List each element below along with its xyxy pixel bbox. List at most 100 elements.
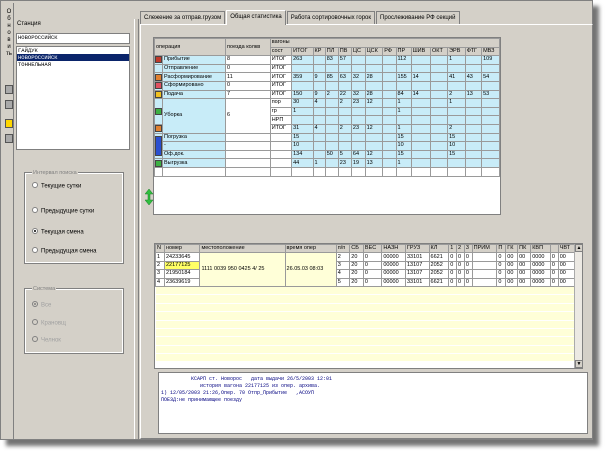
refresh-sidebar[interactable]: Обновить xyxy=(3,3,14,439)
col-header-wagon-type[interactable]: ЭРВ xyxy=(447,46,466,57)
row-operation[interactable]: Оф.док. xyxy=(161,149,227,160)
col-header[interactable]: НАЗН xyxy=(381,244,406,254)
col-header-wagon-type[interactable]: ПЛ xyxy=(324,46,339,57)
station-list[interactable]: ГАЙДУК НОВОРОССИЙСК ТОННЕЛЬНАЯ xyxy=(16,46,130,150)
col-header-wagon-type[interactable]: ИТОГ xyxy=(291,46,314,57)
row-operation[interactable]: Выгрузка xyxy=(161,158,227,168)
row-operation[interactable]: Сформировано xyxy=(161,80,227,91)
col-header-wagon-type[interactable]: ОКТ xyxy=(429,46,449,57)
statistics-table[interactable]: операция поезда колкв вагоны сост ИТОГ КР П… xyxy=(153,37,501,215)
cell-value xyxy=(464,80,483,91)
col-header-wagon-type[interactable]: ШИВ xyxy=(410,46,431,57)
col-header[interactable]: ГК xyxy=(505,244,519,254)
col-header[interactable]: N xyxy=(155,244,165,254)
station-list-item-selected[interactable]: НОВОРОССИЙСК xyxy=(17,54,129,61)
edit-icon[interactable] xyxy=(5,100,13,109)
cell-value: 5 xyxy=(337,149,352,160)
radio-previous-day[interactable]: Предыдущие сутки xyxy=(32,207,94,215)
table-row[interactable]: Уборка 6 пор 30 4 2 23 12 1 1 xyxy=(154,98,500,134)
table-row[interactable]: Выгрузка 44 1 23 19 13 1 xyxy=(154,158,500,168)
col-header-wagon-type[interactable]: ЦС xyxy=(350,46,366,57)
scroll-down-button[interactable]: ▼ xyxy=(575,360,582,368)
col-header[interactable]: ГРУЗ xyxy=(404,244,430,254)
tab-general-statistics[interactable]: Общая статистика xyxy=(226,10,286,25)
table-row[interactable]: Сформировано 0 ИТОГ xyxy=(154,80,500,91)
col-header[interactable]: П xyxy=(496,244,507,254)
table-row[interactable]: - 10 10 10 xyxy=(155,141,500,151)
row-operation[interactable]: - xyxy=(161,141,227,151)
tab-cargo-tracking[interactable]: Слежение за отправ.грузом xyxy=(140,11,226,24)
col-header[interactable] xyxy=(549,244,559,254)
pencil-icon[interactable] xyxy=(5,85,13,94)
row-operation[interactable]: Погрузка xyxy=(161,132,227,143)
col-header[interactable]: ВЕС xyxy=(362,244,383,254)
col-header[interactable]: номер xyxy=(163,244,201,254)
cell-value: 50 xyxy=(324,149,339,160)
refresh-vertical-label[interactable]: Обновить xyxy=(6,9,12,58)
row-operation[interactable]: Отправление xyxy=(161,63,227,74)
col-header[interactable]: ПК xyxy=(517,244,532,254)
table-row[interactable]: Погрузка 15 15 15 xyxy=(154,132,500,160)
wagon-number[interactable]: 21950184 xyxy=(163,269,201,279)
col-header[interactable]: местоположение xyxy=(199,244,286,254)
station-combo-value[interactable]: НОВОРОССИЙСК xyxy=(17,34,129,41)
row-operation[interactable]: Подача xyxy=(161,89,227,100)
row-operation[interactable]: Прибытие xyxy=(161,55,227,65)
wagon-number[interactable]: 22177125 xyxy=(163,260,201,271)
cell-value xyxy=(410,55,431,65)
station-list-item[interactable]: ТОННЕЛЬНАЯ xyxy=(17,61,129,68)
col-header-trains[interactable]: поезда колкв xyxy=(225,37,271,57)
table-row[interactable]: Подача 7 ИТОГ 150 9 2 22 32 28 84 14 2 13 53 xyxy=(154,89,500,100)
table-row[interactable] xyxy=(154,166,500,177)
scroll-up-button[interactable]: ▲ xyxy=(575,244,582,252)
radio-current-day[interactable]: Текущие сутки xyxy=(32,182,81,190)
col-header-wagon-type[interactable]: РФ xyxy=(382,46,397,57)
vertical-resize-arrow-icon[interactable] xyxy=(145,189,153,205)
table-row[interactable]: 1 24233645 1111 0039 950 0425 4/ 25 26.05.0… xyxy=(155,252,577,287)
col-header[interactable]: 1 xyxy=(448,244,457,254)
col-header-wagon-type[interactable]: ПВ xyxy=(337,46,352,57)
station-list-item[interactable]: ГАЙДУК xyxy=(17,47,129,54)
wagon-list-table[interactable]: Nномер местоположение время опер п/п СБ ВЕС НА… xyxy=(154,243,583,369)
cell-value xyxy=(350,132,366,143)
col-header[interactable]: 2 xyxy=(456,244,465,254)
table-row[interactable]: Прибытие 8 ИТОГ 263 83 57 112 1 109 xyxy=(154,55,500,65)
col-header-wagon-type[interactable]: ПР xyxy=(395,46,412,57)
history-console[interactable]: КСАРП ст. Новорос дата выдачи 26/5/2003 … xyxy=(158,372,588,434)
table-row[interactable]: Расформирование 11 ИТОГ 359 9 85 63 32 28 155 14 41… xyxy=(154,72,500,82)
tools-icon[interactable] xyxy=(5,119,13,128)
tab-hump-yards[interactable]: Работа сортировочных горок xyxy=(286,11,375,24)
col-header-wagon-type[interactable]: КР xyxy=(312,46,326,57)
row-operation[interactable]: Уборка xyxy=(161,98,227,134)
cell-value xyxy=(395,115,412,125)
col-header[interactable]: п/п xyxy=(335,244,351,254)
wagon-number[interactable]: 23639619 xyxy=(163,277,201,287)
col-header[interactable]: СБ xyxy=(349,244,364,254)
col-header-wagon-type[interactable]: ЦСК xyxy=(364,46,384,57)
radio-current-shift[interactable]: Текущая смена xyxy=(32,228,84,236)
col-header-wagon-type[interactable]: ФТГ xyxy=(464,46,483,57)
radio-system-crane[interactable]: Крановщ xyxy=(32,319,66,327)
col-header[interactable]: КВП xyxy=(530,244,551,254)
col-header-sost[interactable]: сост xyxy=(269,46,293,57)
empty-row xyxy=(155,327,576,338)
panel-icon[interactable] xyxy=(5,134,13,143)
col-header[interactable]: время опер xyxy=(284,244,337,254)
col-header[interactable]: 3 xyxy=(463,244,473,254)
col-header[interactable]: КЛ xyxy=(428,244,450,254)
radio-previous-shift[interactable]: Предыдущая смена xyxy=(32,247,96,255)
radio-system-shuttle[interactable]: Челнок xyxy=(32,336,61,344)
vertical-scrollbar[interactable]: ▲ ▼ xyxy=(574,244,582,368)
table-row[interactable]: Оф.док. 134 50 5 64 12 15 15 xyxy=(155,149,500,160)
splitter[interactable] xyxy=(134,19,139,439)
row-operation[interactable]: Расформирование xyxy=(161,72,227,82)
tab-rf-sections[interactable]: Прослеживание РФ секций xyxy=(376,11,460,24)
station-combo[interactable]: НОВОРОССИЙСК xyxy=(16,33,130,44)
col-header[interactable]: ЧВТ xyxy=(557,244,577,254)
col-header-operation[interactable]: операция xyxy=(153,37,227,57)
wagon-number[interactable]: 24233645 xyxy=(163,252,201,262)
table-row[interactable]: Отправление 0 ИТОГ xyxy=(154,63,500,74)
col-header[interactable]: ПРИМ xyxy=(471,244,498,254)
col-header-wagon-type[interactable]: МВЗ xyxy=(481,46,500,57)
radio-system-all[interactable]: Все xyxy=(32,301,51,309)
